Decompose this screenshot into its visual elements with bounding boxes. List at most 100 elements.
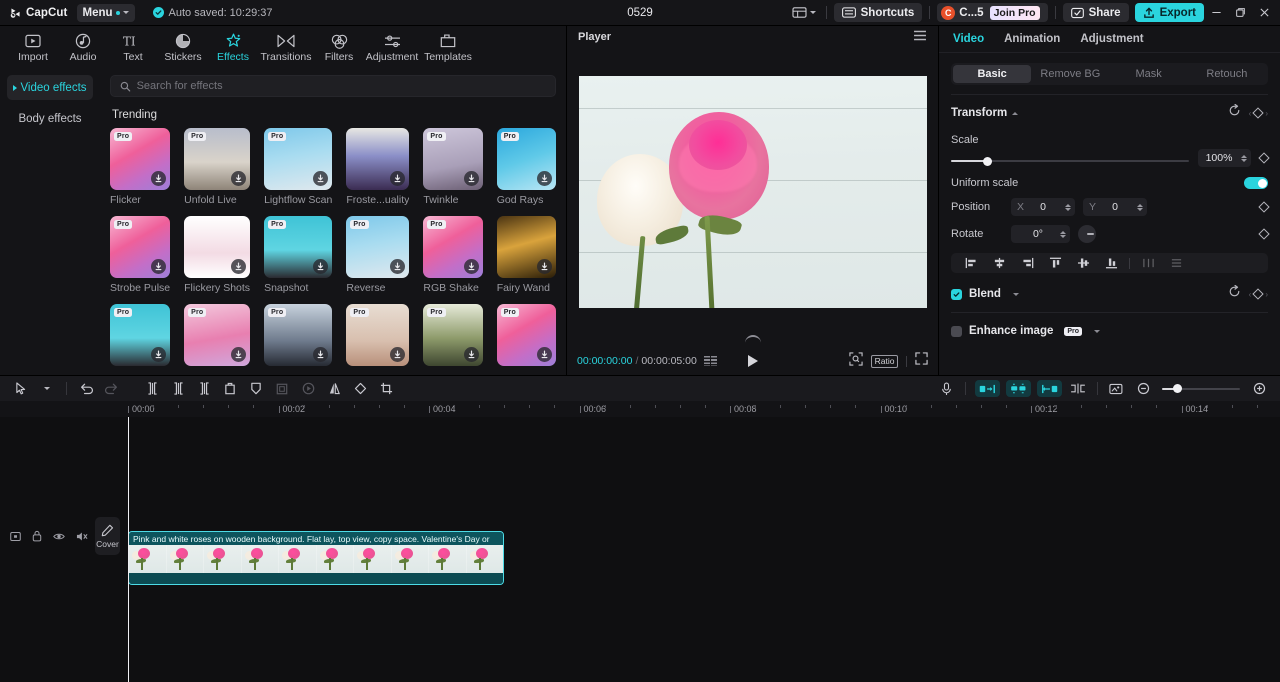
trim-right-button[interactable] xyxy=(191,376,217,401)
search-bar[interactable] xyxy=(110,75,556,97)
cover-frame-button[interactable] xyxy=(1104,376,1130,401)
keyframe-both-button[interactable] xyxy=(1006,380,1031,397)
position-keyframe-icon[interactable] xyxy=(1258,201,1269,212)
effect-thumbnail[interactable]: Pro xyxy=(110,216,170,278)
split-button[interactable] xyxy=(139,376,165,401)
tab-video[interactable]: Video xyxy=(953,33,984,45)
scale-slider[interactable] xyxy=(951,154,1189,168)
scale-stepper[interactable] xyxy=(1238,155,1249,162)
download-icon[interactable] xyxy=(537,171,552,186)
zoom-in-button[interactable] xyxy=(1246,376,1272,401)
chevron-down-icon[interactable] xyxy=(1013,293,1019,296)
effect-cell[interactable]: Fairy Wand xyxy=(497,216,556,294)
download-icon[interactable] xyxy=(537,259,552,274)
tab-adjustment[interactable]: Adjustment xyxy=(1080,33,1143,45)
rotate-stepper[interactable] xyxy=(1057,231,1068,238)
player-collapse-handle[interactable] xyxy=(567,331,938,347)
shortcuts-button[interactable]: Shortcuts xyxy=(834,3,923,22)
split-clip-button[interactable] xyxy=(1065,376,1091,401)
effect-cell[interactable]: Pro xyxy=(110,304,170,366)
download-icon[interactable] xyxy=(231,259,246,274)
join-pro-badge[interactable]: Join Pro xyxy=(990,6,1040,20)
transform-keyframe[interactable]: ‹ › xyxy=(1249,109,1268,118)
video-canvas[interactable] xyxy=(579,76,927,308)
timeline-zoom-slider[interactable] xyxy=(1162,382,1240,396)
crop-button[interactable] xyxy=(373,376,399,401)
effect-cell[interactable]: Froste...uality xyxy=(346,128,409,206)
speed-button[interactable] xyxy=(295,376,321,401)
position-x-stepper[interactable] xyxy=(1062,204,1073,211)
undo-button[interactable] xyxy=(73,376,99,401)
playhead[interactable] xyxy=(128,417,129,682)
rotate-box[interactable]: 0° xyxy=(1011,225,1070,243)
nav-item-effects[interactable]: Effects xyxy=(208,31,258,63)
effect-cell[interactable]: Pro xyxy=(497,304,556,366)
select-tool-dropdown[interactable] xyxy=(34,376,60,401)
chevron-down-icon[interactable] xyxy=(1094,330,1100,333)
reset-blend-button[interactable] xyxy=(1228,285,1241,303)
menu-button[interactable]: Menu xyxy=(77,4,135,22)
category-body-effects[interactable]: Body effects xyxy=(7,106,93,131)
align-left-icon[interactable] xyxy=(957,253,985,273)
nav-item-text[interactable]: TI Text xyxy=(108,31,158,63)
rotate-button[interactable] xyxy=(347,376,373,401)
reset-transform-button[interactable] xyxy=(1228,104,1241,122)
nav-item-transitions[interactable]: Transitions xyxy=(258,31,314,63)
keyframe-icon[interactable] xyxy=(1253,288,1264,299)
effect-cell[interactable]: ProTwinkle xyxy=(423,128,482,206)
scale-value-box[interactable]: 100% xyxy=(1198,149,1251,167)
align-center-h-icon[interactable] xyxy=(985,253,1013,273)
position-y-stepper[interactable] xyxy=(1134,204,1145,211)
effect-thumbnail[interactable]: Pro xyxy=(264,304,332,366)
select-tool-button[interactable] xyxy=(8,376,34,401)
nav-item-adjustment[interactable]: Adjustment xyxy=(364,31,420,63)
zoom-knob[interactable] xyxy=(1173,384,1182,393)
lock-icon[interactable] xyxy=(32,529,42,547)
effect-thumbnail[interactable]: Pro xyxy=(110,128,170,190)
keyframe-icon[interactable] xyxy=(1253,107,1264,118)
effect-thumbnail[interactable]: Pro xyxy=(184,128,250,190)
effect-cell[interactable]: ProFlicker xyxy=(110,128,170,206)
keyframe-in-button[interactable] xyxy=(975,380,1000,397)
mute-icon[interactable] xyxy=(76,529,88,547)
nav-item-stickers[interactable]: Stickers xyxy=(158,31,208,63)
category-video-effects[interactable]: Video effects xyxy=(7,75,93,100)
align-bottom-icon[interactable] xyxy=(1097,253,1125,273)
chevron-up-icon[interactable] xyxy=(1012,112,1018,115)
timeline-lanes[interactable]: Pink and white roses on wooden backgroun… xyxy=(93,417,1280,682)
uniform-scale-toggle[interactable] xyxy=(1244,177,1268,189)
effect-cell[interactable]: ProReverse xyxy=(346,216,409,294)
download-icon[interactable] xyxy=(231,347,246,362)
delete-button[interactable] xyxy=(217,376,243,401)
download-icon[interactable] xyxy=(537,347,552,362)
effect-cell[interactable]: ProLightflow Scan xyxy=(264,128,332,206)
export-button[interactable]: Export xyxy=(1135,3,1204,22)
effect-cell[interactable]: Pro xyxy=(184,304,250,366)
rotate-keyframe-icon[interactable] xyxy=(1258,228,1269,239)
blend-keyframe[interactable]: ‹ › xyxy=(1249,290,1268,299)
share-button[interactable]: Share xyxy=(1063,3,1129,22)
effect-thumbnail[interactable]: Pro xyxy=(497,128,556,190)
account-button[interactable]: C C...5 Join Pro xyxy=(937,3,1047,22)
effect-thumbnail[interactable]: Pro xyxy=(346,304,409,366)
effect-thumbnail[interactable]: Pro xyxy=(110,304,170,366)
maximize-button[interactable] xyxy=(1228,1,1252,25)
crop-frame-button[interactable] xyxy=(269,376,295,401)
enhance-image-checkbox[interactable] xyxy=(951,326,962,337)
effect-thumbnail[interactable]: Pro xyxy=(423,304,482,366)
minimize-button[interactable] xyxy=(1204,1,1228,25)
zoom-out-button[interactable] xyxy=(1130,376,1156,401)
segment-retouch[interactable]: Retouch xyxy=(1188,65,1266,83)
nav-item-templates[interactable]: Templates xyxy=(420,31,476,63)
effect-cell[interactable]: Pro xyxy=(346,304,409,366)
search-input[interactable] xyxy=(137,80,546,92)
effect-thumbnail[interactable] xyxy=(346,128,409,190)
effect-thumbnail[interactable]: Pro xyxy=(423,216,482,278)
segment-remove-bg[interactable]: Remove BG xyxy=(1031,65,1109,83)
segment-mask[interactable]: Mask xyxy=(1110,65,1188,83)
effect-thumbnail[interactable] xyxy=(184,216,250,278)
record-voiceover-button[interactable] xyxy=(933,376,959,401)
distribute-v-icon[interactable] xyxy=(1162,253,1190,273)
frame-icon[interactable] xyxy=(10,529,21,547)
close-button[interactable] xyxy=(1252,1,1276,25)
